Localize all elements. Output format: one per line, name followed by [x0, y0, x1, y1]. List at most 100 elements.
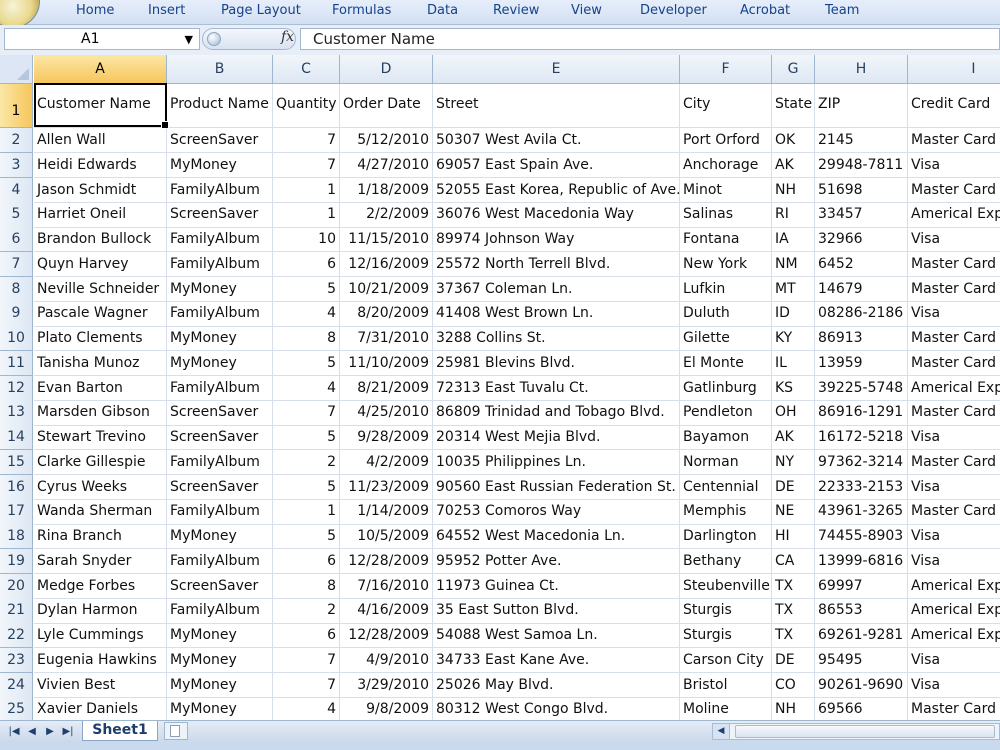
- tab-team[interactable]: Team: [825, 3, 859, 18]
- cell-header-g[interactable]: State: [772, 84, 815, 128]
- table-cell[interactable]: 25981 Blevins Blvd.: [433, 350, 680, 376]
- sheet-tab-sheet1[interactable]: Sheet1: [82, 721, 158, 741]
- table-cell[interactable]: 08286-2186: [815, 301, 908, 327]
- table-cell[interactable]: FamilyAlbum: [167, 449, 273, 475]
- table-cell[interactable]: 16172-5218: [815, 425, 908, 451]
- tab-insert[interactable]: Insert: [148, 3, 185, 18]
- table-cell[interactable]: 34733 East Kane Ave.: [433, 647, 680, 673]
- row-header[interactable]: 12: [0, 375, 33, 401]
- table-cell[interactable]: 2: [273, 598, 340, 624]
- table-cell[interactable]: 69997: [815, 573, 908, 599]
- column-header-e[interactable]: E: [433, 55, 680, 84]
- table-cell[interactable]: Harriet Oneil: [34, 202, 167, 228]
- table-cell[interactable]: Americal Exp: [908, 574, 1000, 599]
- table-cell[interactable]: 5: [273, 524, 340, 550]
- table-cell[interactable]: 11/23/2009: [340, 474, 433, 500]
- table-cell[interactable]: FamilyAlbum: [167, 227, 273, 253]
- cell-header-c[interactable]: Quantity: [273, 84, 340, 128]
- table-cell[interactable]: Master Card: [908, 252, 1000, 277]
- table-cell[interactable]: Gilette: [680, 326, 772, 352]
- table-cell[interactable]: 86553: [815, 598, 908, 624]
- table-cell[interactable]: 5/12/2010: [340, 128, 433, 154]
- table-cell[interactable]: 70253 Comoros Way: [433, 499, 680, 525]
- name-box-dropdown-icon[interactable]: ▼: [185, 33, 193, 46]
- row-header[interactable]: 23: [0, 647, 33, 673]
- table-cell[interactable]: 5: [273, 350, 340, 376]
- table-cell[interactable]: 54088 West Samoa Ln.: [433, 623, 680, 649]
- table-cell[interactable]: 7: [273, 400, 340, 426]
- table-cell[interactable]: 22333-2153: [815, 474, 908, 500]
- table-cell[interactable]: Bristol: [680, 672, 772, 698]
- table-cell[interactable]: 4/9/2010: [340, 647, 433, 673]
- column-header-f[interactable]: F: [680, 55, 772, 84]
- table-cell[interactable]: 2145: [815, 128, 908, 154]
- office-button[interactable]: [0, 0, 40, 28]
- tab-developer[interactable]: Developer: [640, 3, 707, 18]
- row-header[interactable]: 13: [0, 400, 33, 426]
- row-header[interactable]: 21: [0, 598, 33, 624]
- table-cell[interactable]: 5: [273, 425, 340, 451]
- table-cell[interactable]: 9/28/2009: [340, 425, 433, 451]
- tab-acrobat[interactable]: Acrobat: [740, 3, 790, 18]
- cell-header-b[interactable]: Product Name: [167, 84, 273, 128]
- table-cell[interactable]: RI: [772, 202, 815, 228]
- table-cell[interactable]: 8/20/2009: [340, 301, 433, 327]
- table-cell[interactable]: AK: [772, 425, 815, 451]
- row-header[interactable]: 18: [0, 524, 33, 550]
- table-cell[interactable]: 8: [273, 573, 340, 599]
- scroll-thumb[interactable]: [735, 725, 995, 738]
- table-cell[interactable]: NY: [772, 449, 815, 475]
- row-header[interactable]: 22: [0, 623, 33, 649]
- row-header[interactable]: 9: [0, 301, 33, 327]
- row-header[interactable]: 7: [0, 251, 33, 277]
- table-cell[interactable]: Master Card: [908, 499, 1000, 525]
- table-cell[interactable]: 33457: [815, 202, 908, 228]
- column-header-i[interactable]: I: [908, 55, 1000, 84]
- table-cell[interactable]: 10: [273, 227, 340, 253]
- row-header[interactable]: 5: [0, 202, 33, 228]
- table-cell[interactable]: 1: [273, 202, 340, 228]
- table-cell[interactable]: Eugenia Hawkins: [34, 647, 167, 673]
- table-cell[interactable]: FamilyAlbum: [167, 177, 273, 203]
- table-cell[interactable]: 37367 Coleman Ln.: [433, 276, 680, 302]
- tab-review[interactable]: Review: [493, 3, 539, 18]
- column-header-g[interactable]: G: [772, 55, 815, 84]
- table-cell[interactable]: ScreenSaver: [167, 474, 273, 500]
- table-cell[interactable]: Port Orford: [680, 128, 772, 154]
- table-cell[interactable]: Xavier Daniels: [34, 697, 167, 720]
- table-cell[interactable]: DE: [772, 647, 815, 673]
- row-header[interactable]: 25: [0, 697, 33, 720]
- table-cell[interactable]: MyMoney: [167, 623, 273, 649]
- table-cell[interactable]: Bayamon: [680, 425, 772, 451]
- table-cell[interactable]: 86809 Trinidad and Tobago Blvd.: [433, 400, 680, 426]
- column-header-a[interactable]: A: [34, 55, 167, 84]
- table-cell[interactable]: 7: [273, 152, 340, 178]
- table-cell[interactable]: 5: [273, 276, 340, 302]
- table-cell[interactable]: 4: [273, 697, 340, 720]
- table-cell[interactable]: KY: [772, 326, 815, 352]
- table-cell[interactable]: Master Card: [908, 178, 1000, 203]
- table-cell[interactable]: Carson City: [680, 647, 772, 673]
- table-cell[interactable]: OK: [772, 128, 815, 154]
- table-cell[interactable]: Americal Exp: [908, 202, 1000, 228]
- table-cell[interactable]: OH: [772, 400, 815, 426]
- table-cell[interactable]: 95495: [815, 647, 908, 673]
- table-cell[interactable]: Rina Branch: [34, 524, 167, 550]
- row-header[interactable]: 2: [0, 128, 33, 154]
- table-cell[interactable]: Duluth: [680, 301, 772, 327]
- table-cell[interactable]: 7: [273, 647, 340, 673]
- table-cell[interactable]: ScreenSaver: [167, 202, 273, 228]
- row-header[interactable]: 4: [0, 177, 33, 203]
- table-cell[interactable]: 12/28/2009: [340, 548, 433, 574]
- table-cell[interactable]: 69566: [815, 697, 908, 720]
- cell-header-d[interactable]: Order Date: [340, 84, 433, 128]
- table-cell[interactable]: NH: [772, 697, 815, 720]
- table-cell[interactable]: TX: [772, 598, 815, 624]
- table-cell[interactable]: 7: [273, 128, 340, 154]
- table-cell[interactable]: 4/27/2010: [340, 152, 433, 178]
- table-cell[interactable]: 39225-5748: [815, 375, 908, 401]
- table-cell[interactable]: MyMoney: [167, 276, 273, 302]
- table-cell[interactable]: 90261-9690: [815, 672, 908, 698]
- column-header-d[interactable]: D: [340, 55, 433, 84]
- table-cell[interactable]: Visa: [908, 648, 1000, 673]
